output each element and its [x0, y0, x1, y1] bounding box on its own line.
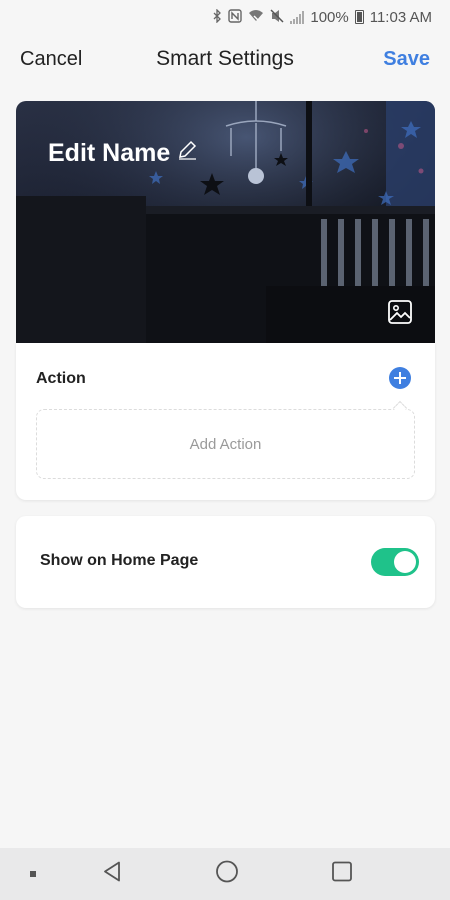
home-icon[interactable]: [215, 860, 239, 889]
battery-percent: 100%: [310, 8, 349, 26]
pencil-icon: [176, 139, 198, 168]
image-icon[interactable]: [387, 299, 413, 325]
cancel-button[interactable]: Cancel: [20, 48, 82, 71]
signal-icon: [290, 10, 305, 24]
action-label: Action: [36, 370, 86, 387]
home-page-setting: Show on Home Page: [16, 516, 435, 608]
add-action-label: Add Action: [189, 435, 262, 453]
wifi-icon: [248, 9, 264, 25]
status-bar: 100% 11:03 AM: [0, 0, 450, 34]
show-on-home-label: Show on Home Page: [40, 552, 199, 569]
back-icon[interactable]: [100, 860, 124, 889]
nfc-icon: [228, 8, 243, 26]
mute-icon: [270, 8, 284, 26]
header: Cancel Smart Settings Save: [0, 36, 450, 82]
toggle-knob: [394, 551, 416, 573]
clock: 11:03 AM: [369, 8, 432, 26]
plus-circle-icon[interactable]: [389, 367, 411, 389]
add-action-button[interactable]: Add Action: [36, 409, 415, 479]
edit-name-label: Edit Name: [48, 139, 171, 167]
save-button[interactable]: Save: [383, 48, 430, 71]
dot-icon[interactable]: [29, 865, 37, 883]
recents-icon[interactable]: [331, 861, 353, 888]
edit-name-button[interactable]: Edit Name: [48, 139, 198, 168]
action-section: Action Add Action: [16, 343, 435, 500]
show-on-home-toggle[interactable]: [371, 548, 419, 576]
cover-image: Edit Name: [16, 101, 435, 343]
bluetooth-icon: [213, 7, 222, 26]
battery-icon: [354, 10, 364, 24]
nursery-scene-image: [16, 101, 435, 343]
navigation-bar: [0, 848, 450, 900]
